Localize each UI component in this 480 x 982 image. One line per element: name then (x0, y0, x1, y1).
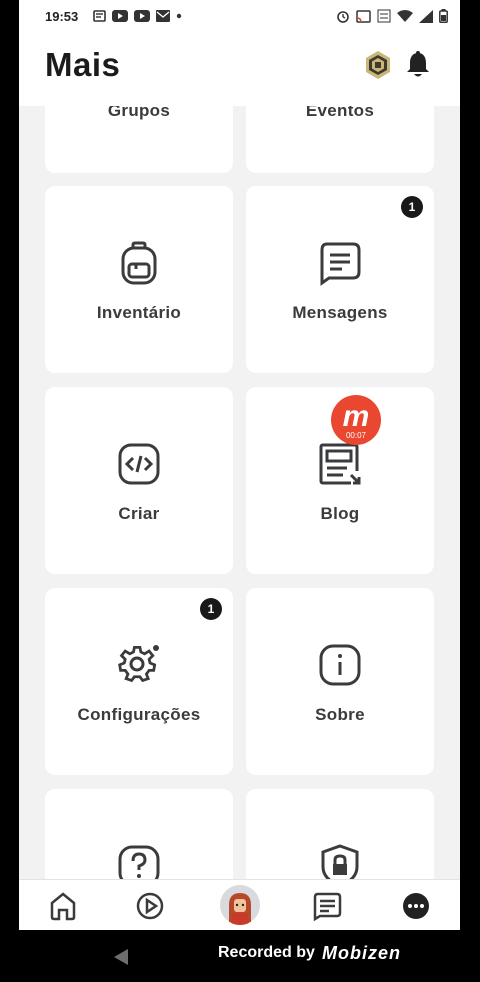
volte-icon (377, 9, 391, 23)
tile-mensagens[interactable]: Mensagens 1 (246, 186, 434, 373)
message-icon (320, 242, 361, 286)
youtube-icon (112, 10, 128, 22)
notification-badge: 1 (401, 196, 423, 218)
mail-icon (156, 10, 170, 22)
tile-security[interactable] (246, 789, 434, 879)
chat-icon[interactable] (310, 889, 344, 923)
help-icon (118, 845, 160, 879)
status-time: 19:53 (45, 9, 79, 24)
tile-label: Grupos (107, 106, 171, 120)
recorder-watermark: Recorded by (218, 944, 315, 961)
tile-inventario[interactable]: Inventário (45, 186, 233, 373)
tile-label: Eventos (305, 106, 375, 120)
tile-label: Inventário (96, 303, 182, 322)
more-menu-grid[interactable]: Grupos Eventos Inventário Mensagens 1 Cr… (19, 106, 460, 879)
code-icon (118, 443, 160, 485)
app-screen: 19:53 Mais Grupos Eventos Inventário Men… (19, 0, 460, 930)
tile-help[interactable] (45, 789, 233, 879)
recorder-bubble[interactable]: m 00:07 (331, 395, 381, 445)
notification-badge: 1 (200, 598, 222, 620)
wifi-icon (397, 9, 413, 22)
tile-criar[interactable]: Criar (45, 387, 233, 574)
bell-icon[interactable] (404, 50, 432, 80)
discover-play-icon[interactable] (133, 889, 167, 923)
avatar-icon (229, 893, 251, 925)
signal-icon (419, 9, 433, 23)
tile-grupos[interactable]: Grupos (45, 106, 233, 173)
tile-sobre[interactable]: Sobre (246, 588, 434, 775)
battery-icon (439, 9, 448, 23)
status-bar: 19:53 (19, 0, 460, 34)
tile-eventos[interactable]: Eventos (246, 106, 434, 173)
tile-label: Configurações (77, 705, 201, 724)
tile-label: Sobre (315, 705, 365, 724)
avatar-button[interactable] (220, 885, 260, 925)
tile-configuracoes[interactable]: Configurações 1 (45, 588, 233, 775)
alarm-icon (337, 11, 349, 23)
recorder-timer: 00:07 (345, 431, 367, 440)
tile-label: Criar (118, 504, 160, 523)
tile-label: Mensagens (292, 303, 388, 322)
page-title: Mais (45, 46, 121, 83)
tile-label: Blog (320, 504, 360, 523)
recorder-brand: Mobizen (322, 943, 401, 963)
notification-icon (93, 10, 106, 22)
shield-lock-icon (321, 844, 359, 879)
back-icon[interactable] (112, 948, 130, 966)
dot-icon (176, 13, 182, 19)
blog-icon (319, 443, 361, 485)
robux-icon[interactable] (363, 50, 393, 80)
backpack-icon (121, 241, 157, 285)
home-icon[interactable] (46, 889, 80, 923)
info-icon (319, 644, 361, 686)
notification-icons (93, 10, 182, 22)
youtube-icon (134, 10, 150, 22)
page-header: Mais (19, 34, 460, 106)
cast-icon (356, 9, 371, 23)
recorder-bubble-letter: m (342, 400, 370, 433)
system-icons (336, 9, 448, 23)
more-icon[interactable] (399, 889, 433, 923)
bottom-navigation (19, 879, 460, 930)
settings-gear-icon (118, 645, 159, 683)
